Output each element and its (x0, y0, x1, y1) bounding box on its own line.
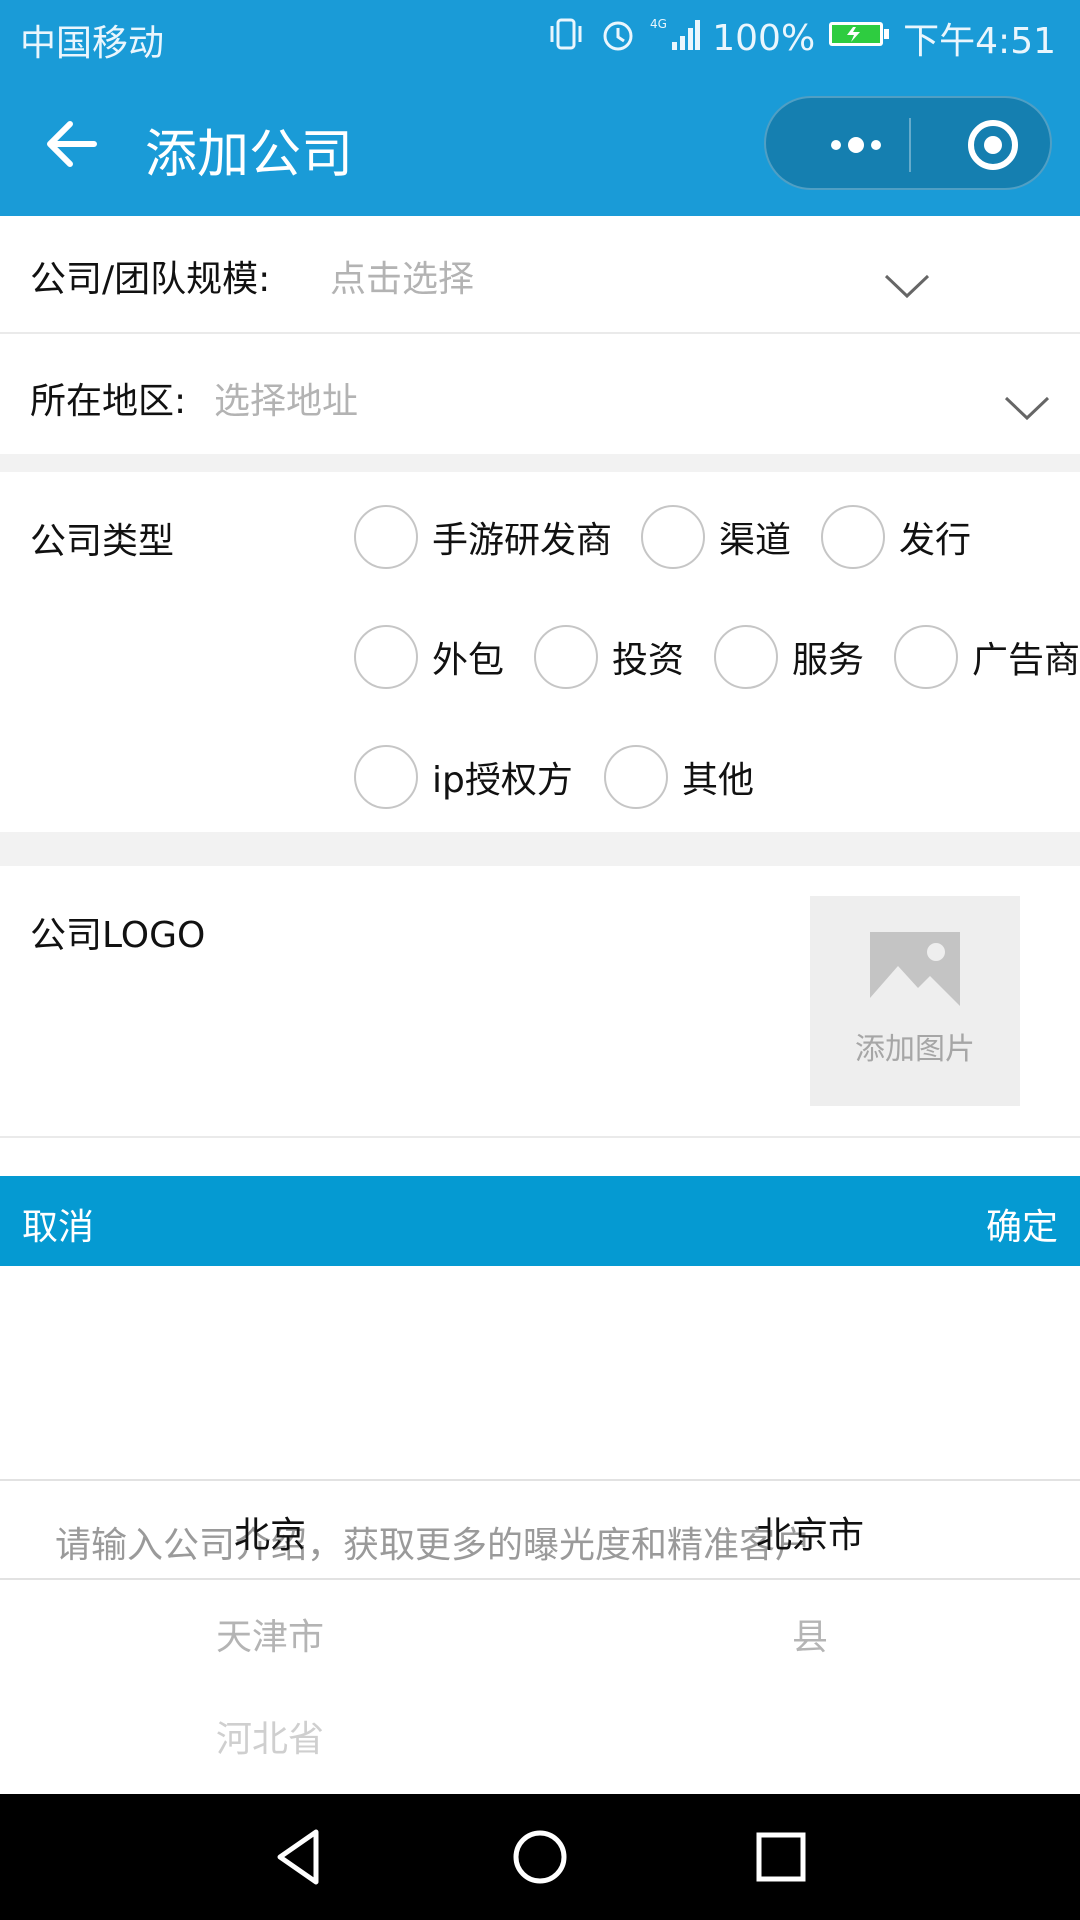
option-advertiser[interactable]: 广告商 (894, 625, 1080, 689)
picker-selection-line (0, 1479, 1080, 1481)
battery-icon (827, 18, 891, 59)
region-row[interactable]: 所在地区: 选择地址 (0, 334, 1080, 454)
city-item[interactable]: 县 (700, 1608, 920, 1660)
vibrate-icon (546, 14, 586, 63)
option-service[interactable]: 服务 (714, 625, 864, 689)
picker-confirm-button[interactable]: 确定 (986, 1198, 1058, 1250)
option-label: 广告商 (972, 640, 1080, 681)
radio-button[interactable] (354, 625, 418, 689)
radio-button[interactable] (354, 745, 418, 809)
picker-toolbar: 取消 确定 (0, 1176, 1080, 1266)
page-title: 添加公司 (145, 125, 354, 185)
section-separator (0, 454, 1080, 472)
carrier-name: 中国移动 (20, 23, 165, 64)
add-image-label: 添加图片 (855, 1032, 975, 1067)
option-label: 外包 (432, 640, 505, 681)
capsule-divider (909, 118, 911, 172)
region-label: 所在地区: (30, 381, 187, 422)
scale-label: 公司/团队规模: (30, 259, 271, 300)
logo-label: 公司LOGO (30, 915, 206, 956)
image-placeholder-icon (870, 932, 960, 1006)
radio-button[interactable] (354, 505, 418, 569)
province-item[interactable]: 河北省 (160, 1710, 380, 1762)
signal-icon: 4G (650, 14, 701, 63)
city-item-selected[interactable]: 北京市 (700, 1506, 920, 1558)
divider (0, 1136, 1080, 1138)
svg-text:4G: 4G (650, 17, 667, 31)
option-label: ip授权方 (432, 760, 573, 801)
option-label: 其他 (682, 760, 755, 801)
scale-row[interactable]: 公司/团队规模: 点击选择 (0, 216, 1080, 332)
back-triangle-icon[interactable] (266, 1824, 332, 1890)
province-item[interactable]: 天津市 (160, 1608, 380, 1660)
province-item-selected[interactable]: 北京 (160, 1506, 380, 1558)
chevron-down-icon[interactable] (1004, 394, 1050, 422)
picker-cancel-button[interactable]: 取消 (22, 1198, 94, 1250)
more-dots-icon[interactable] (806, 98, 906, 192)
nav-bar: 添加公司 (0, 72, 1080, 216)
status-icons: 4G 100% 下午4:51 (546, 12, 1056, 64)
radio-button[interactable] (714, 625, 778, 689)
option-investment[interactable]: 投资 (534, 625, 684, 689)
battery-percent: 100% (712, 17, 816, 59)
status-bar: 中国移动 4G 100% 下午4:51 (0, 0, 1080, 72)
region-placeholder[interactable]: 选择地址 (214, 372, 358, 424)
option-label: 投资 (612, 640, 685, 681)
chevron-down-icon[interactable] (884, 272, 930, 300)
alarm-icon (598, 14, 638, 63)
option-mobile-game-dev[interactable]: 手游研发商 (354, 505, 612, 569)
picker-selection-line (0, 1578, 1080, 1580)
company-type-label: 公司类型 (30, 521, 175, 562)
system-nav-bar (0, 1794, 1080, 1920)
option-outsourcing[interactable]: 外包 (354, 625, 504, 689)
back-arrow-icon[interactable] (40, 112, 104, 176)
option-other[interactable]: 其他 (604, 745, 754, 809)
option-channel[interactable]: 渠道 (641, 505, 791, 569)
radio-button[interactable] (534, 625, 598, 689)
add-image-button[interactable]: 添加图片 (810, 896, 1020, 1106)
home-circle-icon[interactable] (507, 1824, 573, 1890)
radio-button[interactable] (641, 505, 705, 569)
option-label: 渠道 (719, 520, 792, 561)
mini-program-capsule (764, 96, 1052, 190)
clock-time: 下午4:51 (903, 21, 1056, 62)
option-label: 发行 (899, 520, 972, 561)
radio-button[interactable] (894, 625, 958, 689)
close-target-icon[interactable] (946, 98, 1040, 192)
radio-button[interactable] (821, 505, 885, 569)
option-ip-licensor[interactable]: ip授权方 (354, 745, 573, 809)
scale-placeholder[interactable]: 点击选择 (330, 250, 474, 302)
option-publishing[interactable]: 发行 (821, 505, 971, 569)
section-separator (0, 832, 1080, 866)
radio-button[interactable] (604, 745, 668, 809)
option-label: 手游研发商 (432, 520, 613, 561)
recents-square-icon[interactable] (748, 1824, 814, 1890)
option-label: 服务 (792, 640, 865, 681)
